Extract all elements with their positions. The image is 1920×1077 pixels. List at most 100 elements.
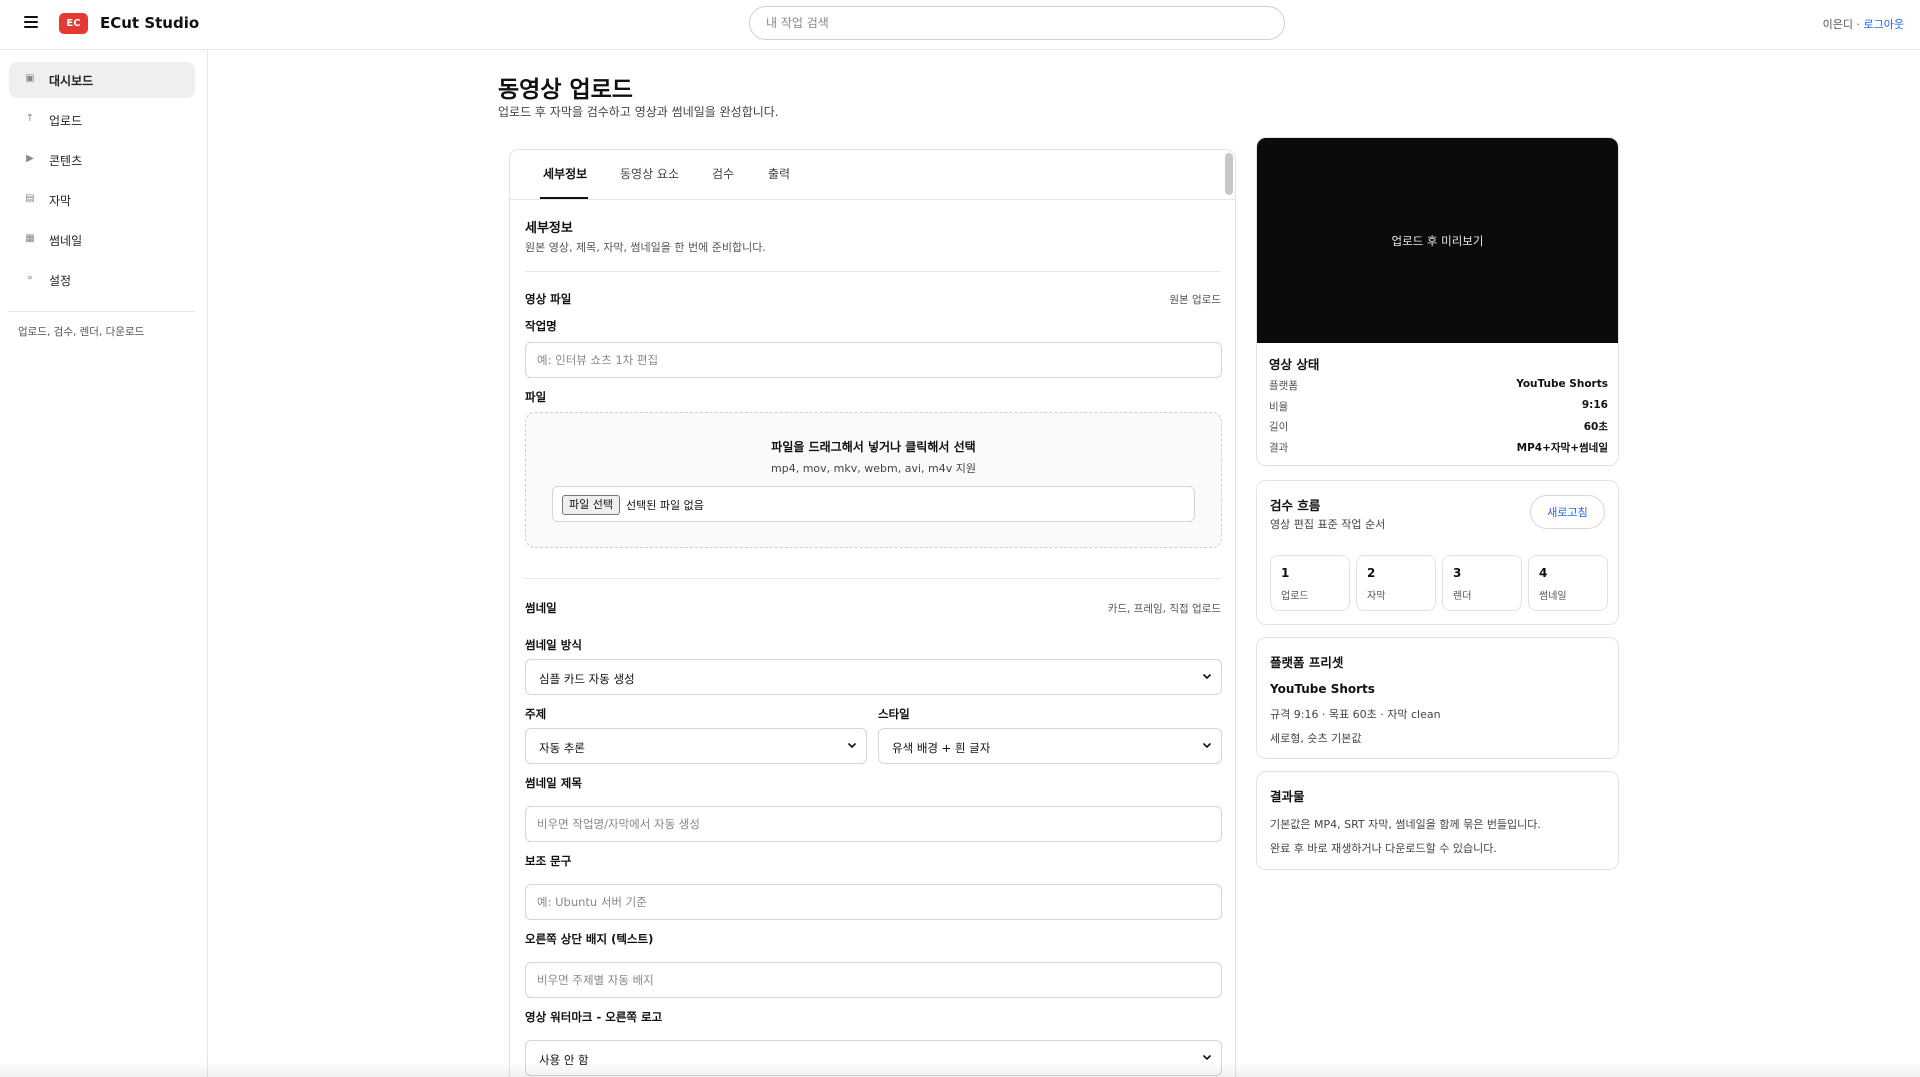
platform-preset-card: 플랫폼 프리셋 YouTube Shorts 규격 9:16 · 목표 60초 … [1256,637,1619,759]
sidebar-item-settings[interactable]: ⚬ 설정 [9,262,195,298]
badge-input[interactable] [525,962,1222,998]
thumbnail-icon: ▦ [25,233,35,244]
step-card: 2 자막 [1356,555,1436,611]
tab-review[interactable]: 검수 [712,165,734,182]
upload-form-card: 세부정보 동영상 요소 검수 출력 세부정보 원본 영상, 제목, 자막, 썸네… [509,149,1236,1077]
file-status: 선택된 파일 없음 [626,499,704,512]
sidebar-divider [9,311,195,312]
status-value: YouTube Shorts [1516,378,1608,390]
result-line-2: 완료 후 바로 재생하거나 다운로드할 수 있습니다. [1270,842,1497,855]
file-dropzone[interactable]: 파일을 드래그해서 넣거나 클릭해서 선택 mp4, mov, mkv, web… [525,412,1222,548]
details-section-title: 세부정보 [525,221,573,236]
result-card: 결과물 기본값은 MP4, SRT 자막, 썸네일을 함께 묶은 번들입니다. … [1256,771,1619,870]
step-label: 썸네일 [1539,591,1567,602]
preset-title: 플랫폼 프리셋 [1270,655,1344,670]
sidebar-item-dashboard[interactable]: ▣ 대시보드 [9,62,195,98]
user-name: 이은디 [1822,18,1854,31]
user-area: 이은디 · 로그아웃 [1823,16,1904,32]
dropzone-title: 파일을 드래그해서 넣거나 클릭해서 선택 [771,440,976,454]
hamburger-menu-icon[interactable] [24,16,38,32]
logout-link[interactable]: 로그아웃 [1864,18,1904,31]
active-tab-indicator [540,197,588,199]
step-label: 업로드 [1281,591,1309,602]
thumbnail-method-select[interactable]: 심플 카드 자동 생성 [525,659,1222,695]
video-file-note: 원본 업로드 [1169,294,1221,306]
preview-placeholder: 업로드 후 미리보기 [1391,234,1484,248]
style-select[interactable]: 유색 배경 + 흰 글자 [878,728,1222,764]
page-subtitle: 업로드 후 자막을 검수하고 영상과 썸네일을 완성합니다. [498,105,779,119]
choose-file-button[interactable]: 파일 선택 [562,495,620,515]
file-label: 파일 [525,390,547,404]
job-name-label: 작업명 [525,319,557,333]
sidebar-item-label: 업로드 [49,114,83,128]
step-number: 1 [1281,566,1290,580]
step-label: 렌더 [1453,591,1472,602]
select-value: 심플 카드 자동 생성 [539,672,635,686]
preset-spec: 규격 9:16 · 목표 60초 · 자막 clean [1270,708,1441,721]
sidebar-item-thumbnail[interactable]: ▦ 썸네일 [9,222,195,258]
topic-label: 주제 [525,707,547,721]
status-key: 비율 [1269,401,1289,413]
sub-text-label: 보조 문구 [525,854,572,868]
details-section-desc: 원본 영상, 제목, 자막, 썸네일을 한 번에 준비합니다. [525,241,766,254]
select-value: 유색 배경 + 흰 글자 [892,741,991,755]
search-input[interactable] [749,6,1285,40]
status-value: MP4+자막+썸네일 [1516,442,1608,454]
sidebar-item-label: 자막 [49,194,72,208]
tab-video-elements[interactable]: 동영상 요소 [620,165,679,182]
app-title: ECut Studio [100,14,200,32]
sidebar-item-label: 썸네일 [49,234,83,248]
sidebar-item-content[interactable]: ▶ 콘텐츠 [9,142,195,178]
sidebar-note: 업로드, 검수, 렌더, 다운로드 [18,326,145,338]
page-title: 동영상 업로드 [498,77,633,103]
status-key: 길이 [1269,421,1289,433]
chevron-down-icon [847,742,857,749]
video-status-title: 영상 상태 [1269,357,1320,372]
tab-output[interactable]: 출력 [768,165,790,182]
review-flow-title: 검수 흐름 [1270,498,1321,513]
sidebar-item-subtitles[interactable]: ▤ 자막 [9,182,195,218]
user-separator: · [1853,18,1864,31]
bottom-shadow [0,1062,1920,1077]
topic-select[interactable]: 자동 추론 [525,728,867,764]
step-number: 2 [1367,566,1376,580]
settings-icon: ⚬ [25,273,35,284]
thumbnail-note: 카드, 프레임, 직접 업로드 [1107,603,1221,615]
refresh-button[interactable]: 새로고침 [1530,495,1605,529]
dropzone-formats: mp4, mov, mkv, webm, avi, m4v 지원 [771,462,976,475]
step-card: 1 업로드 [1270,555,1350,611]
thumbnail-title-label: 썸네일 제목 [525,776,582,790]
status-key: 플랫폼 [1269,380,1298,392]
select-value: 자동 추론 [539,741,585,755]
step-label: 자막 [1367,591,1386,602]
job-name-input[interactable] [525,342,1222,378]
tab-details[interactable]: 세부정보 [543,165,587,182]
tab-bar: 세부정보 동영상 요소 검수 출력 [510,150,1235,200]
step-card: 3 렌더 [1442,555,1522,611]
chevron-down-icon [1202,742,1212,749]
step-card: 4 썸네일 [1528,555,1608,611]
video-file-label: 영상 파일 [525,292,572,306]
sidebar-item-label: 대시보드 [49,74,94,88]
preset-note: 세로형, 숏츠 기본값 [1270,732,1362,745]
upload-icon: ↑ [25,113,35,124]
result-title: 결과물 [1270,789,1305,804]
sidebar-item-label: 설정 [49,274,72,288]
status-value: 60초 [1583,421,1608,433]
scrollbar-thumb[interactable] [1225,153,1233,195]
status-value: 9:16 [1581,399,1608,411]
sidebar-item-upload[interactable]: ↑ 업로드 [9,102,195,138]
step-number: 4 [1539,566,1548,580]
result-line-1: 기본값은 MP4, SRT 자막, 썸네일을 함께 묶은 번들입니다. [1270,818,1541,831]
thumbnail-section-title: 썸네일 [525,601,557,615]
sidebar-item-label: 콘텐츠 [49,154,83,168]
sub-text-input[interactable] [525,884,1222,920]
logo-badge: EC [59,13,88,34]
subtitle-icon: ▤ [25,193,35,204]
review-flow-desc: 영상 편집 표준 작업 순서 [1270,518,1386,531]
video-preview[interactable]: 업로드 후 미리보기 [1257,138,1618,343]
style-label: 스타일 [878,707,910,721]
section-divider [525,271,1220,272]
thumbnail-title-input[interactable] [525,806,1222,842]
file-input[interactable]: 파일 선택 선택된 파일 없음 [552,486,1195,522]
